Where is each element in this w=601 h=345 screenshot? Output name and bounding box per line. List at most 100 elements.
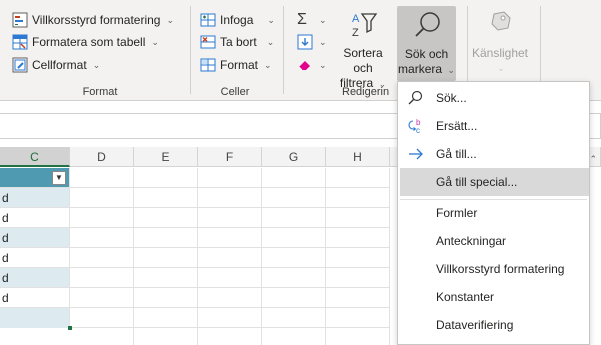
group-divider xyxy=(190,6,191,94)
cell-styles-button[interactable]: Cellformat ⌄ xyxy=(12,55,100,75)
autosum-button[interactable]: Σ ⌄ xyxy=(297,10,327,30)
menu-item-replace[interactable]: bc Ersätt... xyxy=(398,112,589,140)
eraser-icon xyxy=(297,57,313,73)
editing-group-label: Redigerin xyxy=(342,86,390,98)
menu-item-conditional-formatting[interactable]: Villkorsstyrd formatering xyxy=(398,255,589,283)
column-header-c[interactable]: C xyxy=(0,147,70,167)
format-cells-icon xyxy=(200,57,216,73)
chevron-down-icon: ⌄ xyxy=(266,36,275,47)
sensitivity-icon xyxy=(485,8,515,46)
menu-item-constants[interactable]: Konstanter xyxy=(398,283,589,311)
menu-item-label: Anteckningar xyxy=(436,234,507,248)
format-button[interactable]: Format ⌄ xyxy=(200,55,272,75)
table-cell[interactable] xyxy=(0,308,70,328)
chevron-down-icon: ⌄ xyxy=(92,59,101,70)
table-resize-handle[interactable] xyxy=(68,326,72,330)
group-divider xyxy=(283,6,284,94)
sigma-icon: Σ xyxy=(297,11,307,28)
column-header-f[interactable]: F xyxy=(198,147,262,167)
chevron-up-icon[interactable]: ⌃ xyxy=(589,154,597,165)
insert-button[interactable]: Infoga ⌄ xyxy=(200,10,275,30)
menu-item-label: Gå till... xyxy=(436,147,477,161)
svg-text:c: c xyxy=(416,126,420,134)
menu-item-label: Sök... xyxy=(436,91,467,105)
menu-item-label: Ersätt... xyxy=(436,119,478,133)
conditional-formatting-button[interactable]: Villkorsstyrd formatering ⌄ xyxy=(12,10,174,30)
table-header-cell[interactable]: ▼ xyxy=(0,168,70,188)
empty-grid-area[interactable] xyxy=(70,188,390,345)
insert-label: Infoga xyxy=(220,13,254,27)
delete-cells-icon xyxy=(200,34,216,50)
chevron-down-icon: ⌄ xyxy=(319,14,327,25)
cells-group-label: Celler xyxy=(220,86,250,98)
svg-text:Z: Z xyxy=(352,27,359,39)
chevron-down-icon: ⌄ xyxy=(319,59,327,70)
menu-item-label: Villkorsstyrd formatering xyxy=(436,262,565,276)
table-cell[interactable]: d xyxy=(0,188,70,208)
chevron-down-icon: ⌄ xyxy=(267,14,275,25)
column-header-d[interactable]: D xyxy=(70,147,134,167)
magnifier-icon xyxy=(410,9,444,47)
menu-item-data-validation[interactable]: Dataverifiering xyxy=(398,311,589,339)
grid-cell[interactable] xyxy=(134,168,198,188)
column-header-e[interactable]: E xyxy=(134,147,198,167)
fill-down-icon xyxy=(297,34,313,50)
chevron-down-icon: ⌄ xyxy=(497,63,505,73)
replace-icon: bc xyxy=(407,118,425,135)
sensitivity-label: Känslighet xyxy=(471,46,529,60)
chevron-down-icon: ⌄ xyxy=(447,65,455,75)
find-select-label-1: Sök och xyxy=(404,47,449,61)
menu-item-label: Formler xyxy=(436,206,478,220)
grid-cell[interactable] xyxy=(70,168,134,188)
format-label: Format xyxy=(220,58,259,72)
chevron-down-icon: ⌄ xyxy=(166,14,175,25)
menu-item-label: Gå till special... xyxy=(436,175,518,189)
table-cell[interactable]: d xyxy=(0,228,70,248)
cell-styles-label: Cellformat xyxy=(32,58,87,72)
column-header-h[interactable]: H xyxy=(326,147,390,167)
find-select-menu: Sök... bc Ersätt... Gå till... Gå till s… xyxy=(397,81,590,345)
sort-filter-button[interactable]: A Z Sortera och filtrera ⌄ xyxy=(332,6,394,92)
delete-button[interactable]: Ta bort ⌄ xyxy=(200,32,274,52)
column-header-g[interactable]: G xyxy=(262,147,326,167)
find-select-label-2: markera ⌄ xyxy=(398,62,455,76)
clear-button[interactable]: ⌄ xyxy=(297,55,327,75)
chevron-down-icon: ⌄ xyxy=(319,36,327,47)
fill-button[interactable]: ⌄ xyxy=(297,32,327,52)
conditional-formatting-label: Villkorsstyrd formatering xyxy=(32,13,161,27)
format-group-label: Format xyxy=(82,86,118,98)
insert-cells-icon xyxy=(200,12,216,28)
find-select-button[interactable]: Sök och markera ⌄ xyxy=(397,6,456,81)
delete-label: Ta bort xyxy=(220,35,257,49)
cell-styles-icon xyxy=(12,57,28,73)
arrow-right-icon xyxy=(407,146,425,162)
sort-filter-icon: A Z xyxy=(346,8,380,46)
sort-filter-label-1: Sortera och xyxy=(343,46,383,75)
table-cell[interactable]: d xyxy=(0,288,70,308)
grid-cell[interactable] xyxy=(262,168,326,188)
chevron-down-icon: ⌄ xyxy=(264,59,272,70)
filter-dropdown-icon[interactable]: ▼ xyxy=(52,171,66,185)
sensitivity-button[interactable]: Känslighet ⌄ xyxy=(470,6,530,76)
table-icon xyxy=(12,34,28,50)
table-cell[interactable]: d xyxy=(0,208,70,228)
menu-item-goto-special[interactable]: Gå till special... xyxy=(400,168,589,196)
conditional-formatting-icon xyxy=(12,12,28,28)
table-cell[interactable]: d xyxy=(0,268,70,288)
grid-cell[interactable] xyxy=(326,168,390,188)
svg-text:A: A xyxy=(352,13,360,25)
format-as-table-label: Formatera som tabell xyxy=(32,35,146,49)
menu-item-label: Konstanter xyxy=(436,290,495,304)
search-icon xyxy=(407,90,425,106)
format-as-table-button[interactable]: Formatera som tabell ⌄ xyxy=(12,32,159,52)
menu-item-formulas[interactable]: Formler xyxy=(398,199,589,227)
chevron-down-icon: ⌄ xyxy=(151,36,159,47)
grid-cell[interactable] xyxy=(198,168,262,188)
formula-bar[interactable] xyxy=(0,113,400,139)
menu-item-label: Dataverifiering xyxy=(436,318,514,332)
menu-item-notes[interactable]: Anteckningar xyxy=(398,227,589,255)
table-cell[interactable]: d xyxy=(0,248,70,268)
formula-bar-expand[interactable] xyxy=(589,113,601,139)
menu-item-find[interactable]: Sök... xyxy=(398,84,589,112)
menu-item-goto[interactable]: Gå till... xyxy=(398,140,589,168)
